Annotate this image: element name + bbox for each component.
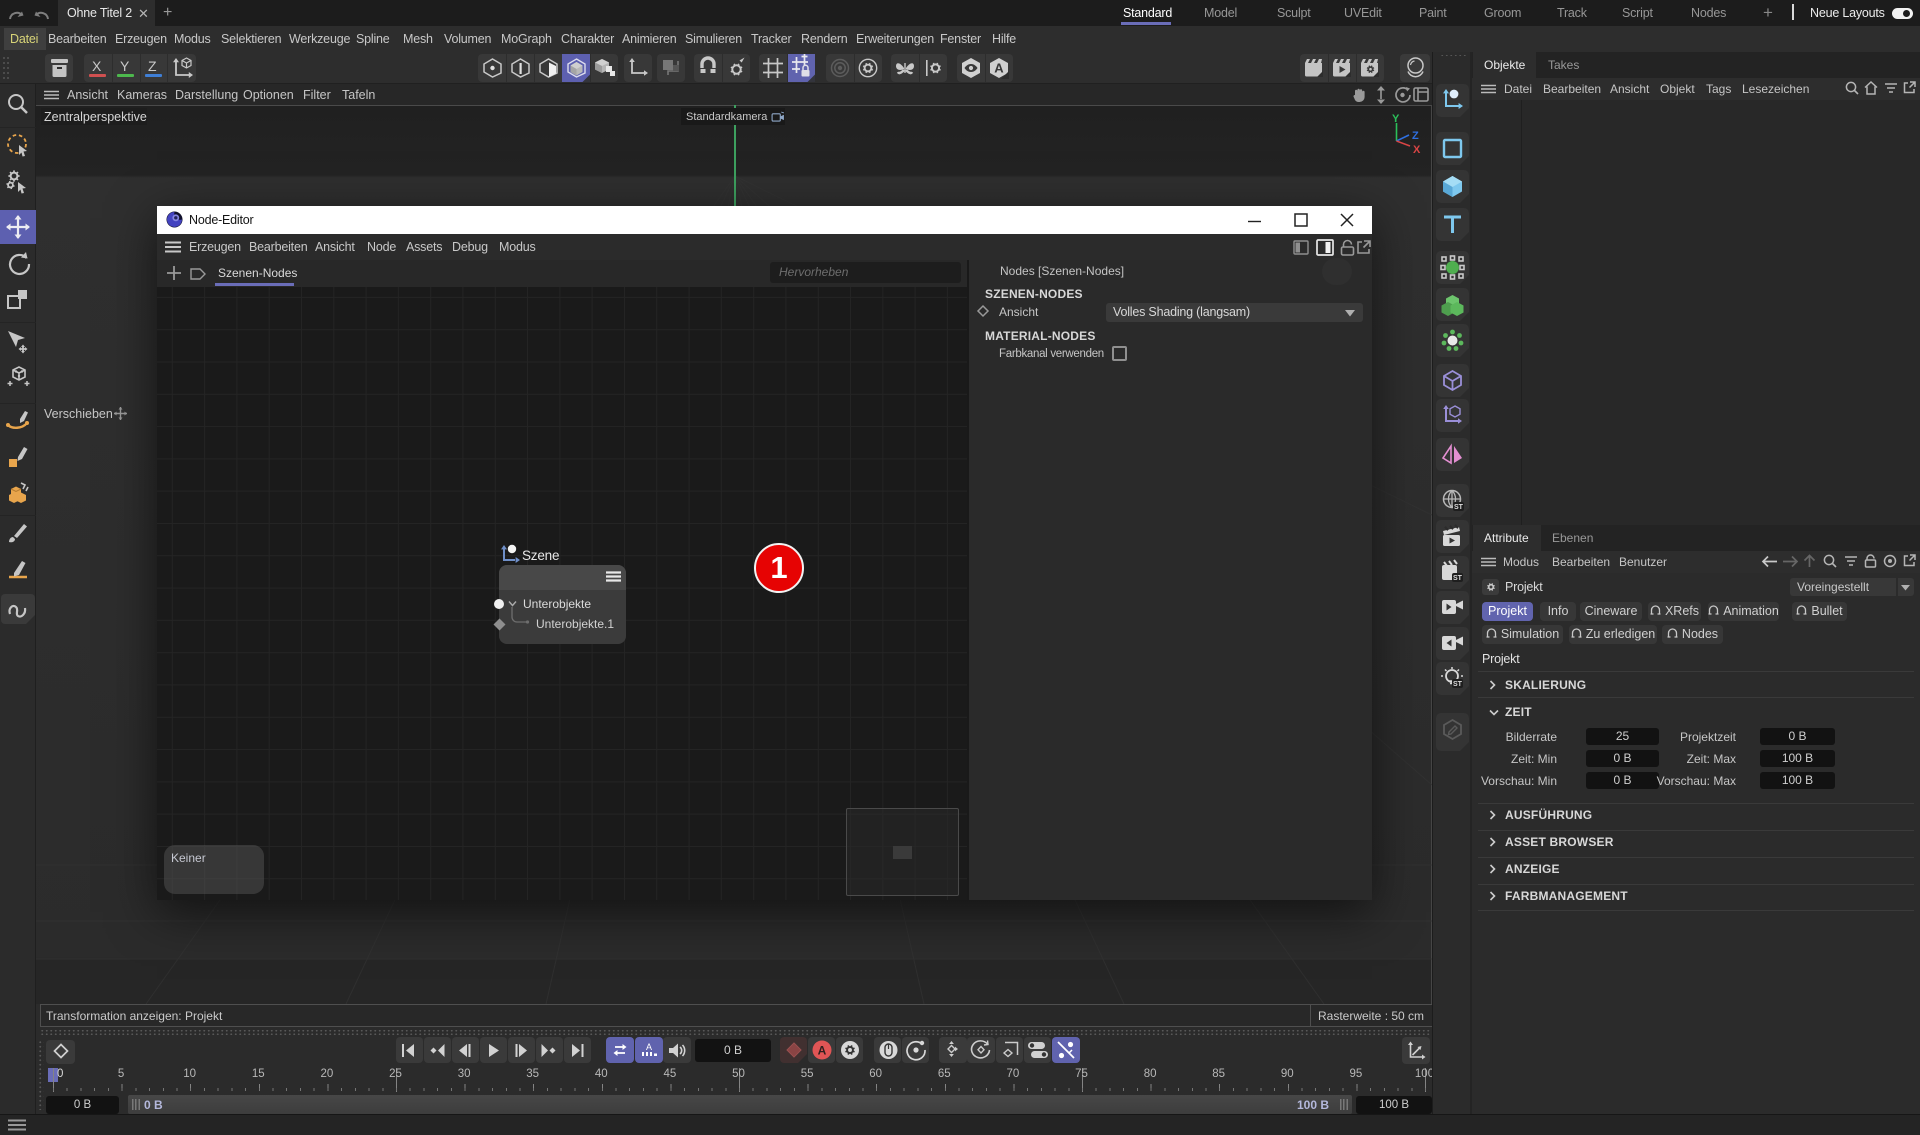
svg-text:X: X bbox=[1413, 144, 1421, 156]
svg-text:ST: ST bbox=[1453, 681, 1463, 688]
svg-text:A: A bbox=[646, 1042, 652, 1052]
svg-text:Z: Z bbox=[1412, 130, 1419, 142]
svg-text:ST: ST bbox=[1453, 575, 1463, 582]
svg-text:A: A bbox=[818, 1044, 827, 1058]
svg-text:ST: ST bbox=[1454, 504, 1464, 511]
svg-text:A: A bbox=[994, 61, 1004, 76]
